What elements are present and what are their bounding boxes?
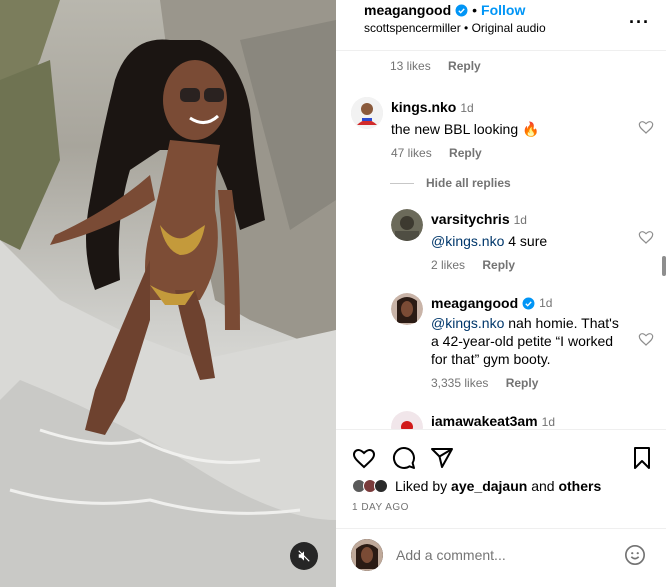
like-count[interactable]: 47 likes	[391, 146, 432, 160]
post-detail-panel: meagangood • Follow scottspencermiller •…	[336, 0, 666, 587]
follow-button[interactable]: Follow	[481, 2, 525, 18]
reply-button[interactable]: Reply	[449, 146, 482, 160]
liked-by-others[interactable]: others	[558, 478, 601, 494]
liked-by-middle: and	[527, 478, 559, 494]
reply-item: varsitychris 1d @kings.nko 4 sure 2 likes…	[431, 211, 547, 272]
avatar[interactable]	[351, 97, 383, 129]
reply-text-line: a 42-year-old petite “I worked	[431, 333, 614, 349]
add-comment-bar	[336, 528, 666, 587]
share-send-icon[interactable]	[430, 446, 454, 470]
comment-input[interactable]	[396, 547, 596, 563]
avatar-image	[351, 97, 383, 129]
reply-button[interactable]: Reply	[482, 258, 515, 272]
reply-time[interactable]: 1d	[539, 296, 552, 310]
video-frame	[0, 0, 336, 587]
reply-meta: 3,335 likes Reply	[431, 376, 641, 390]
avatar-image	[391, 411, 423, 429]
verified-badge-icon	[455, 4, 468, 16]
prev-comment-meta: 13 likes Reply	[390, 59, 495, 73]
comment-meta: 47 likes Reply	[391, 146, 539, 160]
separator-dot: •	[472, 2, 478, 18]
post-actions: Liked by aye_dajaun and others 1 DAY AGO	[336, 429, 666, 519]
comment-text: the new BBL looking 🔥	[391, 121, 540, 137]
post-date[interactable]: 1 DAY AGO	[352, 502, 409, 513]
post-video[interactable]	[0, 0, 336, 587]
verified-badge-icon	[522, 297, 535, 309]
reply-like-heart-icon[interactable]	[638, 229, 654, 245]
like-count[interactable]: 2 likes	[431, 258, 465, 272]
like-count[interactable]: 13 likes	[390, 59, 431, 73]
reply-time[interactable]: 1d	[514, 213, 527, 227]
divider-line	[390, 182, 414, 184]
avatar[interactable]	[391, 209, 423, 241]
reply-item: meagangood 1d @kings.nko nah homie. That…	[431, 295, 641, 390]
reply-username[interactable]: meagangood	[431, 295, 518, 311]
liker-avatar[interactable]	[374, 479, 388, 493]
current-user-avatar	[351, 539, 383, 571]
like-count[interactable]: 3,335 likes	[431, 376, 488, 390]
avatar-image	[391, 209, 423, 241]
reply-time[interactable]: 1d	[542, 415, 555, 429]
liked-by-prefix: Liked by	[395, 478, 452, 494]
reply-button[interactable]: Reply	[448, 59, 481, 73]
scrollbar-thumb[interactable]	[662, 256, 666, 276]
post-header: meagangood • Follow scottspencermiller •…	[336, 0, 666, 51]
comment-like-heart-icon[interactable]	[638, 119, 654, 135]
reply-like-heart-icon[interactable]	[638, 331, 654, 347]
comment-time[interactable]: 1d	[460, 101, 473, 115]
reply-text-body: 4 sure	[504, 233, 548, 249]
muted-speaker-icon	[298, 550, 310, 562]
comment-item: kings.nko 1d the new BBL looking 🔥 47 lik…	[391, 99, 539, 160]
avatar-image	[351, 539, 383, 571]
comments-list[interactable]: 13 likes Reply kings.nko 1d the new BBL l…	[336, 51, 666, 429]
reply-text: @kings.nko nah homie. That's a 42-year-o…	[431, 314, 641, 368]
reply-username[interactable]: varsitychris	[431, 211, 510, 227]
liked-by-text: Liked by aye_dajaun and others	[395, 478, 601, 494]
reply-meta: 2 likes Reply	[431, 258, 547, 272]
avatar[interactable]	[391, 411, 423, 429]
reply-button[interactable]: Reply	[506, 376, 539, 390]
author-username[interactable]: meagangood	[364, 2, 451, 18]
comment-bubble-icon[interactable]	[392, 446, 416, 470]
avatar-image	[391, 293, 423, 325]
like-heart-icon[interactable]	[352, 446, 376, 470]
reply-text-line: nah homie. That's	[504, 315, 619, 331]
mute-toggle-button[interactable]	[290, 542, 318, 570]
save-bookmark-icon[interactable]	[630, 446, 654, 470]
liked-by-user[interactable]: aye_dajaun	[451, 478, 527, 494]
reply-text: @kings.nko 4 sure	[431, 232, 547, 250]
liked-by-row: Liked by aye_dajaun and others	[352, 478, 601, 494]
more-options-icon[interactable]: ···	[629, 12, 650, 33]
hide-replies-button[interactable]: Hide all replies	[390, 176, 511, 190]
hide-replies-label: Hide all replies	[426, 176, 511, 190]
emoji-smiley-icon[interactable]	[624, 544, 646, 566]
header-user-row: meagangood • Follow	[364, 2, 525, 18]
reply-username[interactable]: iamawakeat3am	[431, 413, 538, 429]
reply-text-line: for that” gym booty.	[431, 351, 551, 367]
reply-item: iamawakeat3am 1d	[431, 413, 555, 429]
mention-link[interactable]: @kings.nko	[431, 233, 504, 249]
avatar[interactable]	[391, 293, 423, 325]
audio-info[interactable]: scottspencermiller • Original audio	[364, 21, 546, 35]
mention-link[interactable]: @kings.nko	[431, 315, 504, 331]
comment-username[interactable]: kings.nko	[391, 99, 456, 115]
